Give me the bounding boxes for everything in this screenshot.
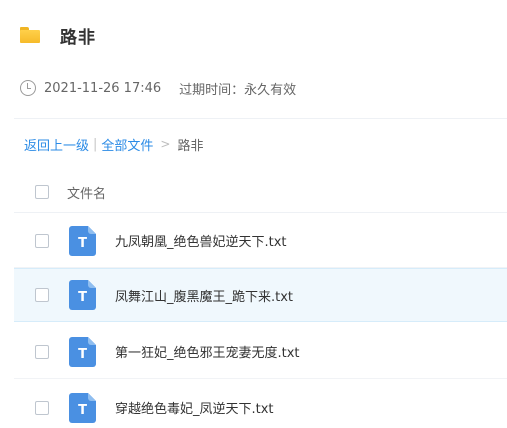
txt-file-icon: T [69,392,96,423]
folder-header: 路非 [20,24,96,48]
file-checkbox[interactable] [35,400,49,415]
txt-file-icon: T [69,280,96,310]
folder-icon [20,27,40,43]
breadcrumb-separator: | [93,136,98,152]
breadcrumb: 返回上一级 | 全部文件 > 路非 [24,134,204,154]
all-files-link[interactable]: 全部文件 [101,135,153,154]
file-checkbox[interactable] [35,288,49,302]
svg-text:T: T [78,403,87,418]
page-title: 路非 [60,27,96,48]
clock-icon [20,80,36,96]
share-page: 路非 2021-11-26 17:46 过期时间：永久有效 返回上一级 | 全部… [0,0,507,428]
file-checkbox[interactable] [35,344,49,359]
file-name[interactable]: 九凤朝凰_绝色兽妃逆天下.txt [115,231,287,250]
file-row[interactable]: T 第一狂妃_绝色邪王宠妻无度.txt [14,325,507,379]
file-row[interactable]: T 穿越绝色毒妃_凤逆天下.txt [14,381,507,428]
txt-file-icon: T [69,336,96,367]
file-checkbox[interactable] [35,233,49,248]
back-link[interactable]: 返回上一级 [24,135,89,154]
share-meta: 2021-11-26 17:46 过期时间：永久有效 [20,78,296,98]
column-header-filename: 文件名 [67,186,107,202]
svg-text:T: T [78,347,87,362]
file-name[interactable]: 第一狂妃_绝色邪王宠妻无度.txt [115,342,300,361]
share-datetime: 2021-11-26 17:46 [44,80,162,96]
file-name[interactable]: 凤舞江山_腹黑魔王_跪下来.txt [115,286,293,305]
breadcrumb-arrow-icon: > [160,137,171,151]
file-row[interactable]: T 凤舞江山_腹黑魔王_跪下来.txt [14,268,507,322]
svg-text:T: T [78,290,87,305]
file-list-header: 文件名 [14,172,507,212]
divider [14,118,507,119]
expire-info: 过期时间：永久有效 [179,82,297,98]
txt-file-icon: T [69,225,96,256]
divider [14,212,507,213]
select-all-checkbox[interactable] [35,185,49,199]
svg-text:T: T [78,236,87,251]
breadcrumb-current: 路非 [177,138,204,154]
file-row[interactable]: T 九凤朝凰_绝色兽妃逆天下.txt [14,214,507,268]
file-name[interactable]: 穿越绝色毒妃_凤逆天下.txt [115,398,274,417]
